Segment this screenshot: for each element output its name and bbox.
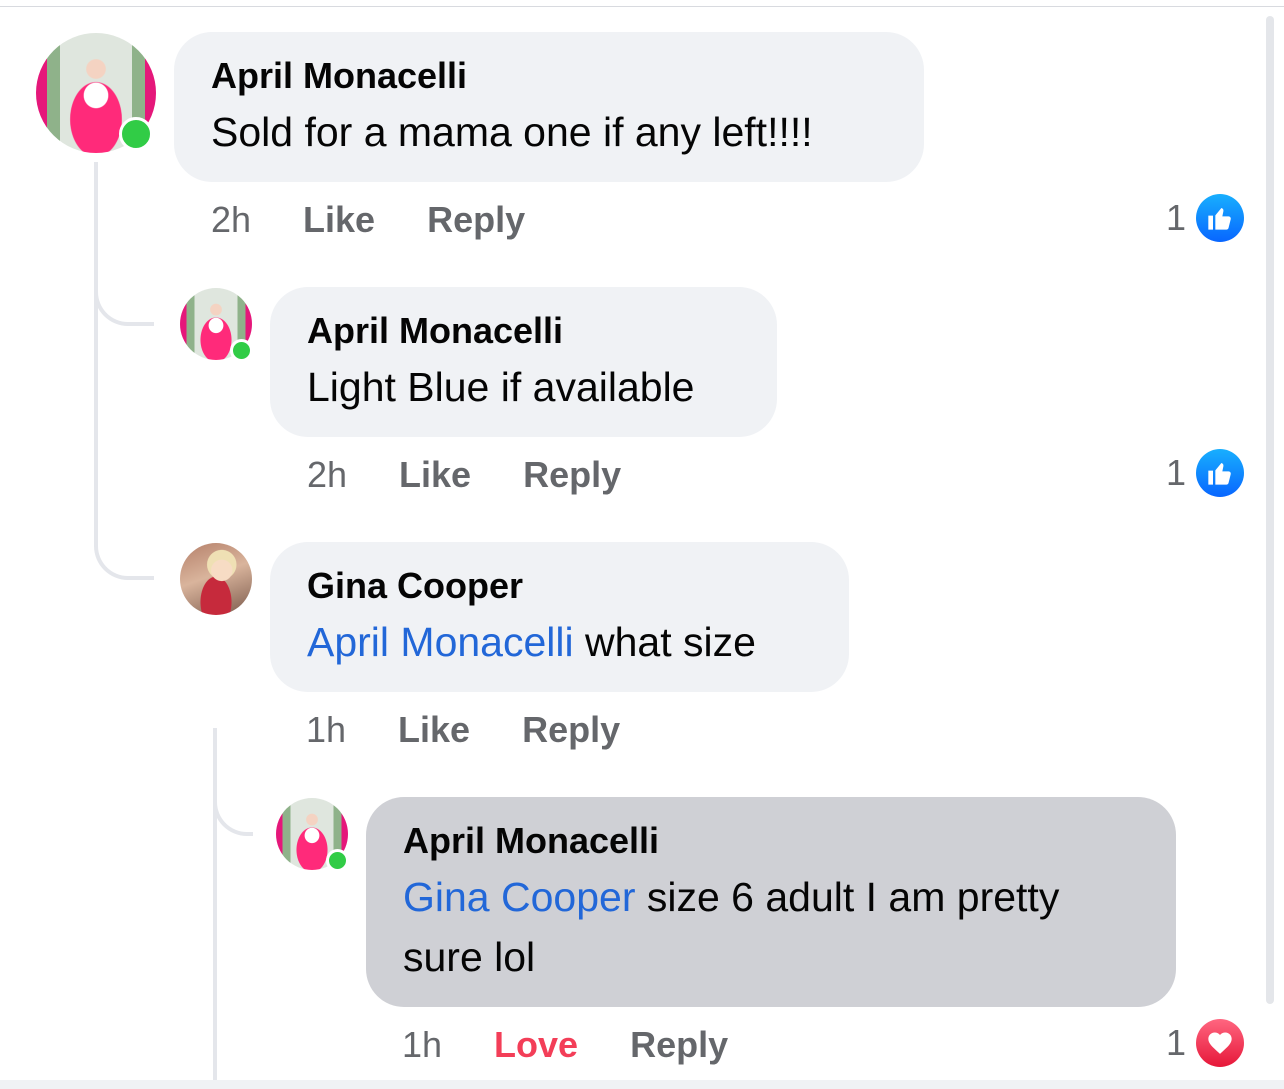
comment-timestamp[interactable]: 1h (402, 1024, 442, 1066)
reply-button[interactable]: Reply (630, 1024, 728, 1066)
thread-connector (94, 380, 154, 580)
reaction-summary[interactable]: 1 (1166, 448, 1245, 498)
like-button[interactable]: Like (399, 454, 471, 496)
avatar[interactable] (180, 288, 253, 362)
comment-bubble[interactable]: April Monacelli Sold for a mama one if a… (174, 32, 924, 182)
like-button[interactable]: Like (303, 199, 375, 241)
comment-text: April Monacelli what size (307, 612, 813, 672)
comment-actions: 1h Love Reply (402, 1020, 780, 1070)
thread-connector (213, 770, 253, 836)
comment-bubble[interactable]: April Monacelli Light Blue if available (270, 287, 777, 437)
like-icon (1196, 194, 1245, 242)
reaction-count: 1 (1166, 1022, 1187, 1063)
thread-connector (94, 260, 154, 326)
comment-text-body: what size (573, 619, 756, 665)
love-button[interactable]: Love (494, 1024, 578, 1066)
avatar[interactable] (180, 543, 252, 615)
love-icon (1196, 1019, 1245, 1067)
comment-author[interactable]: April Monacelli (211, 54, 888, 98)
reply-button[interactable]: Reply (522, 709, 620, 751)
reply-button[interactable]: Reply (427, 199, 525, 241)
comment-thread: April Monacelli Sold for a mama one if a… (0, 0, 1284, 1089)
comment-bubble[interactable]: Gina Cooper April Monacelli what size (270, 542, 849, 692)
online-status-indicator (326, 849, 349, 872)
online-status-indicator (119, 117, 153, 151)
bottom-bar (0, 1080, 1284, 1089)
like-button[interactable]: Like (398, 709, 470, 751)
mention-link[interactable]: April Monacelli (307, 619, 574, 665)
divider (0, 6, 1284, 7)
reaction-summary[interactable]: 1 (1166, 1018, 1245, 1068)
reaction-count: 1 (1166, 197, 1187, 238)
reply-button[interactable]: Reply (523, 454, 621, 496)
avatar[interactable] (276, 798, 349, 872)
comment-actions: 1h Like Reply (306, 705, 672, 755)
comment-author[interactable]: Gina Cooper (307, 564, 813, 608)
reaction-count: 1 (1166, 452, 1187, 493)
avatar[interactable] (36, 33, 156, 153)
comment-bubble[interactable]: April Monacelli Gina Cooper size 6 adult… (366, 797, 1176, 1007)
avatar-image (180, 543, 252, 615)
scrollbar[interactable] (1266, 16, 1274, 1004)
comment-timestamp[interactable]: 2h (211, 199, 251, 241)
online-status-indicator (230, 339, 253, 362)
comment-text: Light Blue if available (307, 364, 695, 410)
comment-actions: 2h Like Reply (211, 195, 577, 245)
comment-timestamp[interactable]: 1h (306, 709, 346, 751)
comment-text: Sold for a mama one if any left!!!! (211, 109, 813, 155)
comment-actions: 2h Like Reply (307, 450, 673, 500)
comment-author[interactable]: April Monacelli (307, 309, 741, 353)
like-icon (1196, 449, 1245, 497)
mention-link[interactable]: Gina Cooper (403, 874, 635, 920)
comment-text: Gina Cooper size 6 adult I am pretty sur… (403, 867, 1140, 987)
comment-author[interactable]: April Monacelli (403, 819, 1140, 863)
comment-timestamp[interactable]: 2h (307, 454, 347, 496)
reaction-summary[interactable]: 1 (1166, 193, 1245, 243)
